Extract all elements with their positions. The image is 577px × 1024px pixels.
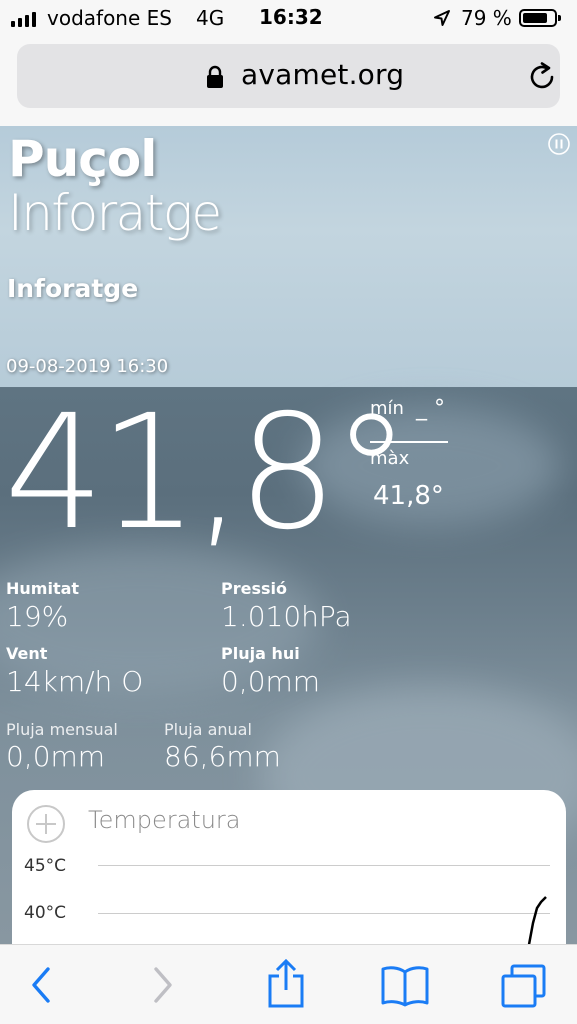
- battery-percentage: 79 %: [461, 6, 512, 30]
- city-name: Puçol: [8, 130, 157, 188]
- location-icon: [434, 10, 450, 26]
- pressure-label: Pressió: [221, 579, 287, 598]
- rain-today-value: 0,0mm: [221, 665, 321, 698]
- wind-value: 14km/h O: [6, 665, 144, 698]
- minmax-divider: [370, 441, 448, 443]
- bookmarks-icon[interactable]: [380, 963, 430, 1007]
- observation-datetime: 09-08-2019 16:30: [6, 356, 169, 377]
- wind-label: Vent: [6, 644, 48, 663]
- signal-icon: [11, 12, 36, 27]
- pressure-value: 1.010hPa: [221, 600, 352, 633]
- lock-icon: [207, 65, 223, 88]
- network-type: 4G: [196, 6, 225, 30]
- tabs-icon[interactable]: [500, 963, 548, 1009]
- temperature-line-plot: [527, 896, 547, 944]
- battery-icon: [519, 9, 561, 27]
- reload-icon[interactable]: [527, 61, 559, 93]
- station-name: Inforatge: [7, 274, 139, 303]
- max-value: 41,8°: [373, 481, 444, 511]
- pause-icon[interactable]: [547, 132, 571, 156]
- rain-today-label: Pluja hui: [221, 644, 300, 663]
- rain-month-value: 0,0mm: [6, 740, 106, 773]
- temperature-series-line: [527, 896, 547, 944]
- browser-address-area: avamet.org: [0, 38, 577, 126]
- status-time: 16:32: [259, 5, 323, 29]
- carrier-name: vodafone ES: [47, 6, 172, 30]
- forward-icon[interactable]: [150, 963, 176, 1007]
- temperature-chart-card: Temperatura 45°C 40°C: [12, 790, 566, 944]
- url-text: avamet.org: [241, 58, 405, 91]
- rain-month-label: Pluja mensual: [6, 720, 118, 739]
- address-bar[interactable]: avamet.org: [17, 44, 560, 108]
- current-temperature: 41,8°: [4, 381, 411, 565]
- back-icon[interactable]: [28, 963, 54, 1007]
- humidity-value: 19%: [6, 600, 69, 633]
- max-label: màx: [370, 448, 410, 469]
- min-value: _ °: [416, 396, 445, 421]
- rain-year-value: 86,6mm: [164, 740, 281, 773]
- rain-year-label: Pluja anual: [164, 720, 252, 739]
- browser-toolbar: [0, 944, 577, 1024]
- weather-page: Puçol Inforatge Inforatge 09-08-2019 16:…: [0, 126, 577, 944]
- humidity-label: Humitat: [6, 579, 80, 598]
- status-bar: vodafone ES 4G 16:32 79 %: [0, 0, 577, 38]
- min-label: mín: [370, 398, 404, 419]
- station-subtitle: Inforatge: [8, 184, 222, 242]
- share-icon[interactable]: [265, 959, 307, 1009]
